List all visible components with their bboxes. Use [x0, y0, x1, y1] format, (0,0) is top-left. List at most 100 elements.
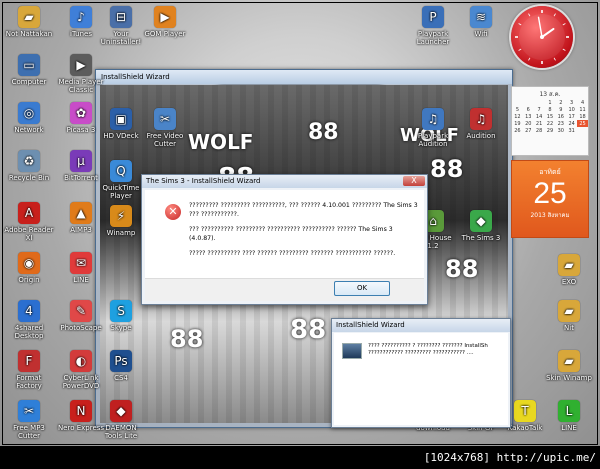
calendar-day[interactable]: 23: [555, 120, 566, 127]
calendar-day[interactable]: [512, 99, 523, 106]
desktop-icon-label: QuickTime Player: [102, 184, 140, 200]
itunes-icon: ♪: [70, 6, 92, 28]
installer-icon: [342, 343, 362, 359]
clock-gadget[interactable]: [511, 6, 573, 68]
desktop-icon[interactable]: A Adobe Reader XI: [4, 202, 54, 242]
calendar-day[interactable]: 2: [555, 99, 566, 106]
calendar-day[interactable]: 17: [566, 113, 577, 120]
desktop-icon[interactable]: ♫ Audition: [456, 108, 506, 140]
photoshop-icon: Ps: [110, 350, 132, 372]
desktop-icon[interactable]: ▶ GOM Player: [140, 6, 190, 38]
calendar-day[interactable]: 31: [566, 127, 577, 134]
desktop-icon[interactable]: ♻ Recycle Bin: [4, 150, 54, 182]
folder-icon: ▰: [558, 350, 580, 372]
calendar-day[interactable]: 26: [512, 127, 523, 134]
calendar-day[interactable]: 5: [512, 106, 523, 113]
close-button[interactable]: X: [403, 176, 425, 186]
playpark-audition-icon: ♫: [422, 108, 444, 130]
hdvdeck-icon: ▣: [110, 108, 132, 130]
desktop-icon-label: Format Factory: [16, 374, 42, 390]
ok-button[interactable]: OK: [334, 281, 390, 296]
desktop-icon[interactable]: ✉ LINE: [56, 252, 106, 284]
desktop-icon[interactable]: L LINE: [544, 400, 594, 432]
desktop-icon[interactable]: Q QuickTime Player: [96, 160, 146, 200]
date-gadget[interactable]: อาทิตย์ 25 2013 สิงหาคม: [511, 160, 589, 238]
calendar-day[interactable]: 14: [534, 113, 545, 120]
calendar-day[interactable]: 9: [555, 106, 566, 113]
calendar-day[interactable]: 20: [523, 120, 534, 127]
desktop-icon[interactable]: ▭ Computer: [4, 54, 54, 86]
calendar-day[interactable]: 4: [577, 99, 588, 106]
picasa-icon: ✿: [70, 102, 92, 124]
calendar-day[interactable]: 28: [534, 127, 545, 134]
folder-icon: ▰: [558, 254, 580, 276]
desktop-icon[interactable]: ▰ Skin Winamp: [544, 350, 594, 382]
desktop-icon[interactable]: ▰ EXO: [544, 254, 594, 286]
calendar-day[interactable]: 15: [545, 113, 556, 120]
desktop-icon[interactable]: ▰ Nit: [544, 300, 594, 332]
desktop-icon-label: Winamp: [106, 229, 136, 237]
day-number: 25: [533, 177, 567, 210]
calendar-day[interactable]: 24: [566, 120, 577, 127]
calendar-day[interactable]: 6: [523, 106, 534, 113]
calendar-day[interactable]: 27: [523, 127, 534, 134]
desktop-icon-label: CS4: [114, 374, 128, 382]
calendar-day[interactable]: 12: [512, 113, 523, 120]
desktop-icon[interactable]: ◉ Origin: [4, 252, 54, 284]
window-title[interactable]: InstallShield Wizard: [332, 319, 510, 332]
calendar-day[interactable]: 25: [577, 120, 588, 127]
desktop-icon[interactable]: ▣ HD VDeck: [96, 108, 146, 140]
desktop-icon[interactable]: ✂ Free MP3 Cutter: [4, 400, 54, 440]
folder-icon: ▰: [18, 6, 40, 28]
calendar-day[interactable]: 7: [534, 106, 545, 113]
dialog-title[interactable]: The Sims 3 - InstallShield Wizard: [142, 175, 427, 188]
desktop-icon[interactable]: ≋ Wifi: [456, 6, 506, 38]
calendar-day[interactable]: 29: [545, 127, 556, 134]
desktop-icon-label: Skin Winamp: [546, 374, 592, 382]
calendar-day[interactable]: 21: [534, 120, 545, 127]
desktop-icon[interactable]: ✂ Free Video Cutter: [140, 108, 190, 148]
desktop-icon-label: Adobe Reader XI: [4, 226, 54, 242]
desktop-icon[interactable]: F Format Factory: [4, 350, 54, 390]
desktop-icon-label: Audition: [466, 132, 496, 140]
sims3-icon: ◆: [470, 210, 492, 232]
calendar-day[interactable]: 30: [555, 127, 566, 134]
desktop-icon[interactable]: ▶ Media Player Classic: [56, 54, 106, 94]
desktop-icon[interactable]: ◎ Network: [4, 102, 54, 134]
calendar-day[interactable]: 18: [577, 113, 588, 120]
calendar-day[interactable]: 13: [523, 113, 534, 120]
calendar-day[interactable]: [523, 99, 534, 106]
calendar-day[interactable]: 1: [545, 99, 556, 106]
desktop-icon[interactable]: ◆ The Sims 3: [456, 210, 506, 242]
calendar-gadget[interactable]: 13 ส.ค. 1 2 3 4 5 6 7 8 9 10 11 12 13 14 15 16 17 18 19 20 2…: [511, 86, 589, 156]
calendar-day[interactable]: 22: [545, 120, 556, 127]
calendar-day[interactable]: 16: [555, 113, 566, 120]
mp3-cutter-icon: ✂: [18, 400, 40, 422]
desktop-icon-label: Skype: [110, 324, 132, 332]
desktop-icon[interactable]: ⚡ Winamp: [96, 205, 146, 237]
desktop-icon[interactable]: S Skype: [96, 300, 146, 332]
calendar-day[interactable]: 3: [566, 99, 577, 106]
desktop-icon-label: Recycle Bin: [8, 174, 50, 182]
nero-icon: N: [70, 400, 92, 422]
calendar-day[interactable]: 10: [566, 106, 577, 113]
desktop-icon[interactable]: ♫ Playpark Audition: [408, 108, 458, 148]
desktop-icon[interactable]: ⊟ Your Uninstaller!: [96, 6, 146, 46]
desktop-icon[interactable]: 4 4shared Desktop: [4, 300, 54, 340]
calendar-day[interactable]: [534, 99, 545, 106]
origin-icon: ◉: [18, 252, 40, 274]
calendar-day[interactable]: 11: [577, 106, 588, 113]
desktop-icon[interactable]: ▰ Not Nattakan: [4, 6, 54, 38]
aimp-icon: ▲: [70, 202, 92, 224]
window-titlebar[interactable]: InstallShield Wizard: [96, 70, 512, 84]
desktop-icon-label: LINE: [561, 424, 577, 432]
uninstaller-icon: ⊟: [110, 6, 132, 28]
calendar-day[interactable]: 8: [545, 106, 556, 113]
calendar-day[interactable]: [577, 127, 588, 134]
desktop-icon[interactable]: P Playpark Launcher: [408, 6, 458, 46]
calendar-day[interactable]: 19: [512, 120, 523, 127]
jersey-text: 88: [445, 255, 479, 283]
desktop-icon[interactable]: ◆ DAEMON Tools Lite: [96, 400, 146, 440]
desktop-icon-label: Playpark Launcher: [416, 30, 450, 46]
desktop-icon[interactable]: Ps CS4: [96, 350, 146, 382]
